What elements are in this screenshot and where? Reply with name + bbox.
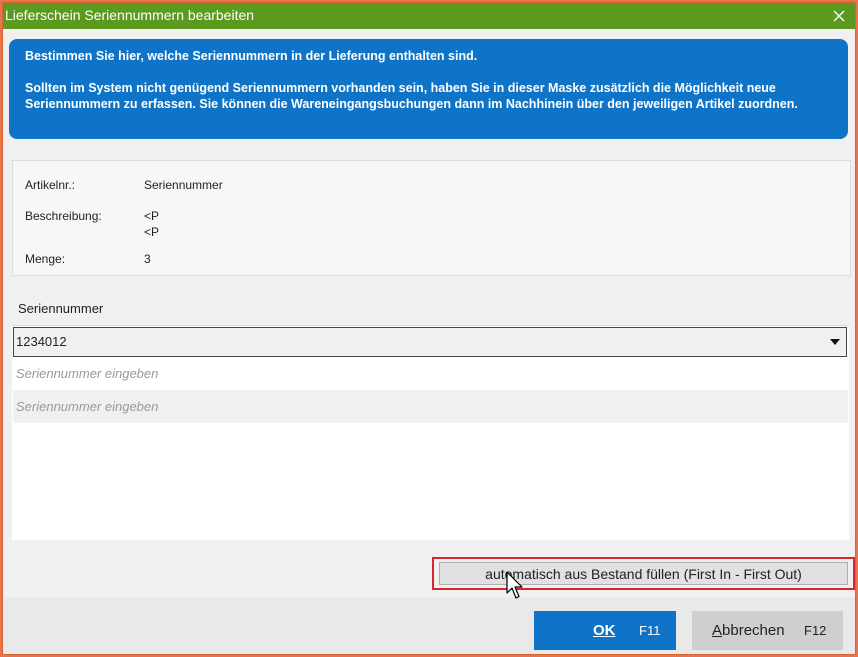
ok-button-label: OK [593, 622, 616, 639]
ok-shortcut-key: F11 [639, 623, 661, 638]
ok-button[interactable]: OK F11 [534, 611, 676, 650]
close-icon [833, 10, 845, 22]
dropdown-button[interactable] [824, 328, 846, 356]
dialog-window: Lieferschein Seriennummern bearbeiten Be… [2, 2, 856, 655]
close-button[interactable] [823, 3, 855, 29]
window-title: Lieferschein Seriennummern bearbeiten [5, 7, 255, 23]
article-label: Artikelnr.: [25, 178, 76, 192]
info-line-2: Sollten im System nicht genügend Serienn… [25, 81, 798, 111]
cancel-shortcut-key: F12 [804, 623, 827, 638]
cancel-mnemonic: A [712, 622, 723, 639]
article-details-panel: Artikelnr.: Seriennummer Beschreibung: <… [12, 160, 851, 276]
cancel-label-rest: bbrechen [722, 622, 785, 639]
info-box: Bestimmen Sie hier, welche Seriennummern… [9, 39, 848, 139]
quantity-label: Menge: [25, 252, 66, 266]
chevron-down-icon [830, 339, 840, 345]
serial-number-grid: Seriennummer 1234012 Seriennummer eingeb… [12, 292, 849, 540]
description-value-1: <P [144, 209, 160, 223]
cancel-button-label: Abbrechen [712, 622, 785, 639]
serial-number-row-selected[interactable]: 1234012 [13, 327, 847, 357]
auto-fill-button-highlight: automatisch aus Bestand füllen (First In… [432, 557, 855, 590]
info-line-1: Bestimmen Sie hier, welche Seriennummern… [25, 49, 478, 63]
serial-number-input-row[interactable]: Seriennummer eingeben [13, 357, 848, 390]
column-header-serial-number[interactable]: Seriennummer [12, 292, 849, 326]
auto-fill-fifo-button[interactable]: automatisch aus Bestand füllen (First In… [439, 562, 848, 585]
serial-number-input-row[interactable]: Seriennummer eingeben [13, 390, 848, 423]
quantity-value: 3 [144, 252, 151, 266]
serial-number-value[interactable]: 1234012 [16, 334, 67, 349]
description-value-2: <P [144, 225, 160, 239]
description-label: Beschreibung: [25, 209, 102, 223]
cancel-button[interactable]: Abbrechen F12 [692, 611, 843, 650]
article-value: Seriennummer [144, 178, 223, 192]
title-bar: Lieferschein Seriennummern bearbeiten [3, 3, 855, 29]
button-bar: OK F11 Abbrechen F12 [3, 597, 855, 654]
